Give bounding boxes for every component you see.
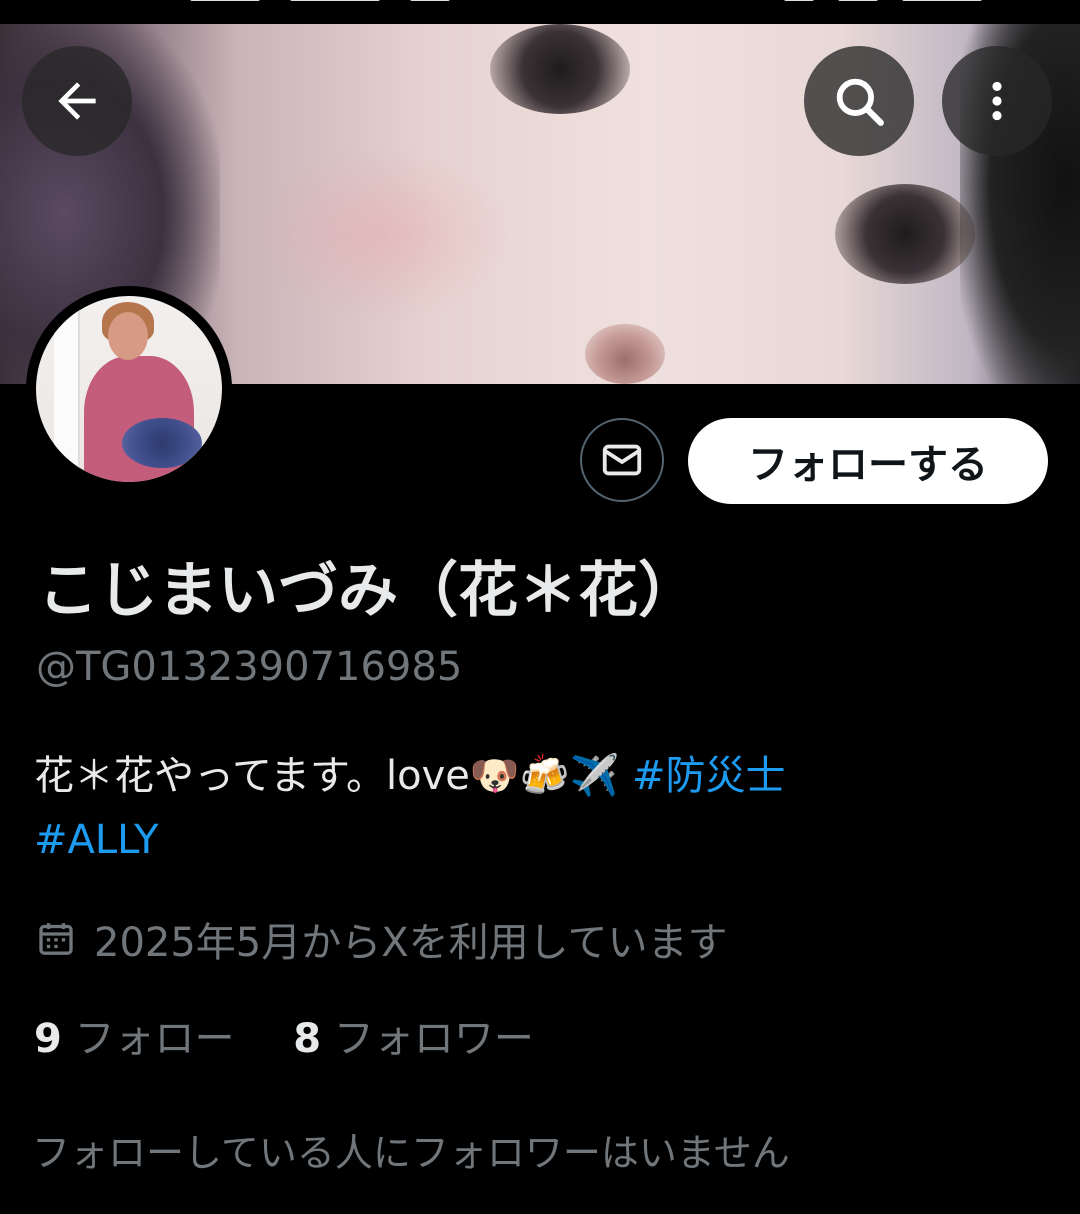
banner-cheek <box>250 144 510 324</box>
following-count: 9 <box>34 1016 62 1062</box>
profile-bio: 花＊花やってます。love🐶🍻✈️ #防災士 #ALLY <box>34 744 1034 872</box>
user-handle: @TG0132390716985 <box>36 644 463 690</box>
followers-link[interactable]: 8 フォロワー <box>293 1006 534 1064</box>
calendar-icon <box>39 923 73 955</box>
following-label: フォロー <box>74 1016 235 1062</box>
follow-stats: 9 フォロー 8 フォロワー <box>34 1006 580 1064</box>
arrow-left-icon <box>58 82 96 120</box>
banner-eye-right <box>835 184 975 284</box>
hashtag-link[interactable]: #ALLY <box>34 817 159 863</box>
followers-label: フォロワー <box>333 1016 534 1062</box>
message-button[interactable] <box>580 418 664 502</box>
follow-button[interactable]: フォローする <box>688 418 1048 504</box>
bio-text: 花＊花やってます。love🐶🍻✈️ <box>34 753 632 799</box>
followers-count: 8 <box>293 1016 322 1062</box>
profile-avatar[interactable] <box>26 286 232 492</box>
banner-nose <box>585 324 665 384</box>
following-link[interactable]: 9 フォロー <box>34 1006 235 1064</box>
hashtag-link[interactable]: #防災士 <box>632 753 786 799</box>
banner-eye-left <box>490 24 630 114</box>
status-bar <box>0 0 1080 24</box>
more-options-button[interactable] <box>942 46 1052 156</box>
search-button[interactable] <box>804 46 914 156</box>
mail-icon <box>602 444 642 476</box>
mutual-followers-notice: フォローしている人にフォロワーはいません <box>32 1131 790 1175</box>
search-icon <box>836 78 884 126</box>
display-name: こじまいづみ（花＊花） <box>38 556 698 626</box>
avatar-photo <box>36 296 222 482</box>
more-vertical-icon <box>992 81 1002 121</box>
joined-text: 2025年5月からXを利用しています <box>94 920 728 966</box>
joined-date: 2025年5月からXを利用しています <box>36 910 727 968</box>
back-button[interactable] <box>22 46 132 156</box>
